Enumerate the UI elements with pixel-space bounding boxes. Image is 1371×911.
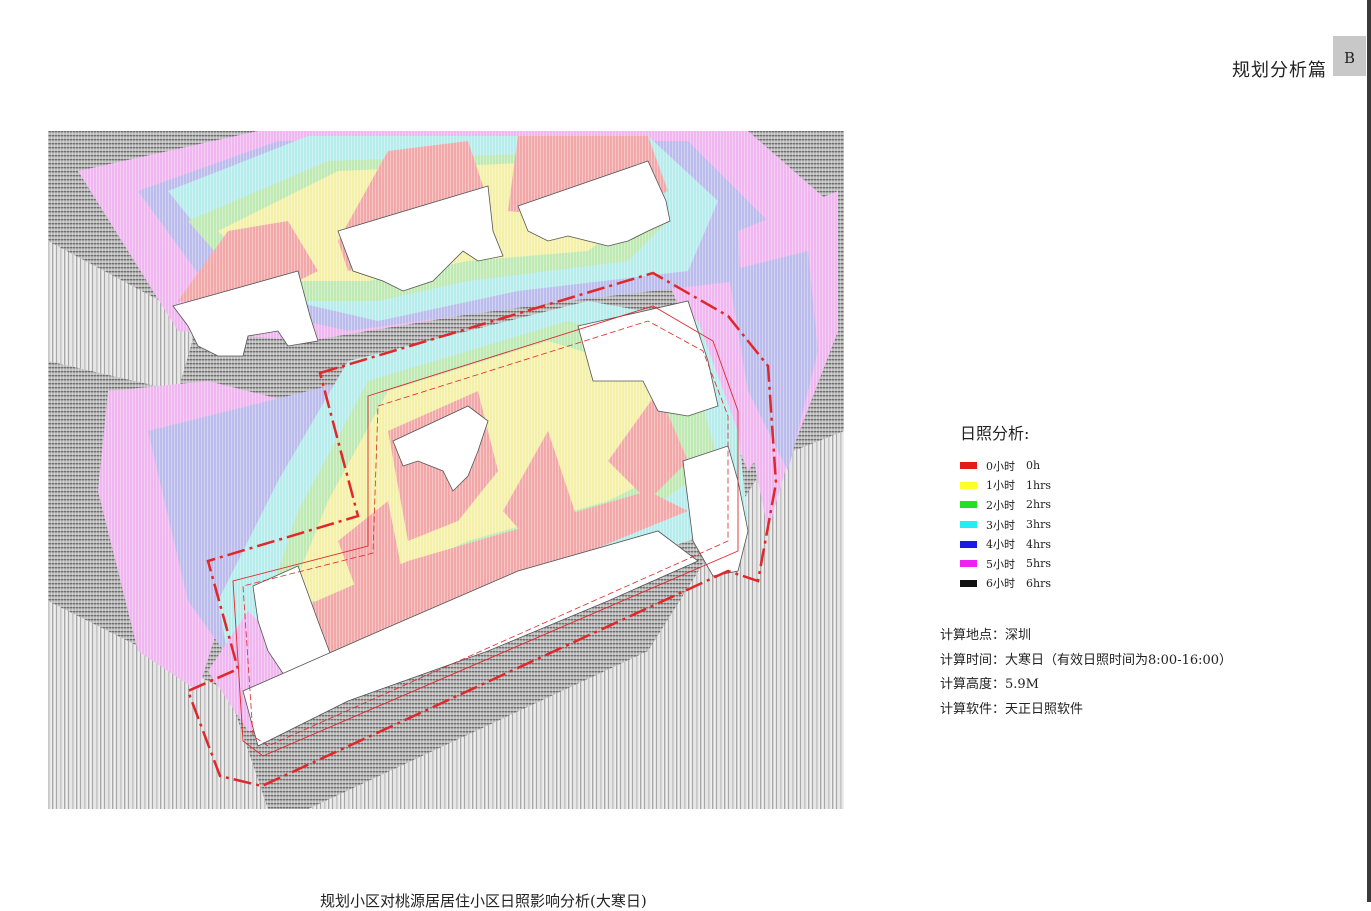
legend-item: 5小时 5hrs	[960, 554, 1051, 574]
legend-list: 0小时 0h 1小时 1hrs 2小时 2hrs 3小时 3hrs 4小时 4hrs 5小时 5hrs…	[960, 456, 1051, 593]
legend-label-en: 2hrs	[1026, 498, 1051, 512]
legend-label-en: 1hrs	[1026, 478, 1051, 492]
legend-label-cn: 2小时	[986, 498, 1015, 512]
figure-caption: 规划小区对桃源居居住小区日照影响分析(大寒日)	[320, 892, 647, 910]
legend-label-en: 6hrs	[1026, 576, 1051, 590]
legend-label-cn: 0小时	[986, 459, 1015, 473]
info-height: 计算高度：5.9M	[940, 677, 1039, 693]
legend-swatch	[960, 521, 977, 529]
legend-item: 6小时 6hrs	[960, 574, 1051, 594]
legend-swatch	[960, 540, 977, 548]
legend-swatch	[960, 560, 977, 568]
legend-item: 0小时 0h	[960, 456, 1051, 476]
legend-swatch	[960, 501, 977, 509]
legend-label-en: 0h	[1026, 459, 1041, 473]
legend-label-en: 4hrs	[1026, 537, 1051, 551]
legend-label-en: 5hrs	[1026, 557, 1051, 571]
calculation-info: 计算地点：深圳 计算时间：大寒日（有效日照时间为8:00-16:00） 计算高度…	[940, 624, 1232, 722]
legend-label-cn: 3小时	[986, 518, 1015, 532]
legend-label-cn: 5小时	[986, 557, 1015, 571]
window-edge-bar	[1367, 0, 1371, 902]
legend-label-cn: 1小时	[986, 479, 1015, 493]
legend-label-en: 3hrs	[1026, 518, 1051, 532]
info-location: 计算地点：深圳	[940, 628, 1032, 643]
legend-label-cn: 6小时	[986, 577, 1015, 591]
legend-swatch	[960, 462, 977, 470]
legend-swatch	[960, 579, 977, 587]
legend-swatch	[960, 481, 977, 489]
legend-item: 2小时 2hrs	[960, 495, 1051, 515]
legend-item: 3小时 3hrs	[960, 515, 1051, 535]
sunlight-analysis-map	[48, 131, 844, 809]
sunlight-legend: 日照分析: 0小时 0h 1小时 1hrs 2小时 2hrs 3小时 3hrs 4小时 4hrs 5…	[960, 420, 1051, 593]
page-header-title: 规划分析篇	[1232, 60, 1327, 81]
legend-item: 4小时 4hrs	[960, 534, 1051, 554]
legend-title: 日照分析:	[960, 424, 1030, 443]
legend-label-cn: 4小时	[986, 538, 1015, 552]
section-tab[interactable]: B	[1333, 36, 1366, 76]
legend-item: 1小时 1hrs	[960, 476, 1051, 496]
info-software: 计算软件：天正日照软件	[940, 701, 1084, 717]
info-time: 计算时间：大寒日（有效日照时间为8:00-16:00）	[940, 652, 1233, 668]
